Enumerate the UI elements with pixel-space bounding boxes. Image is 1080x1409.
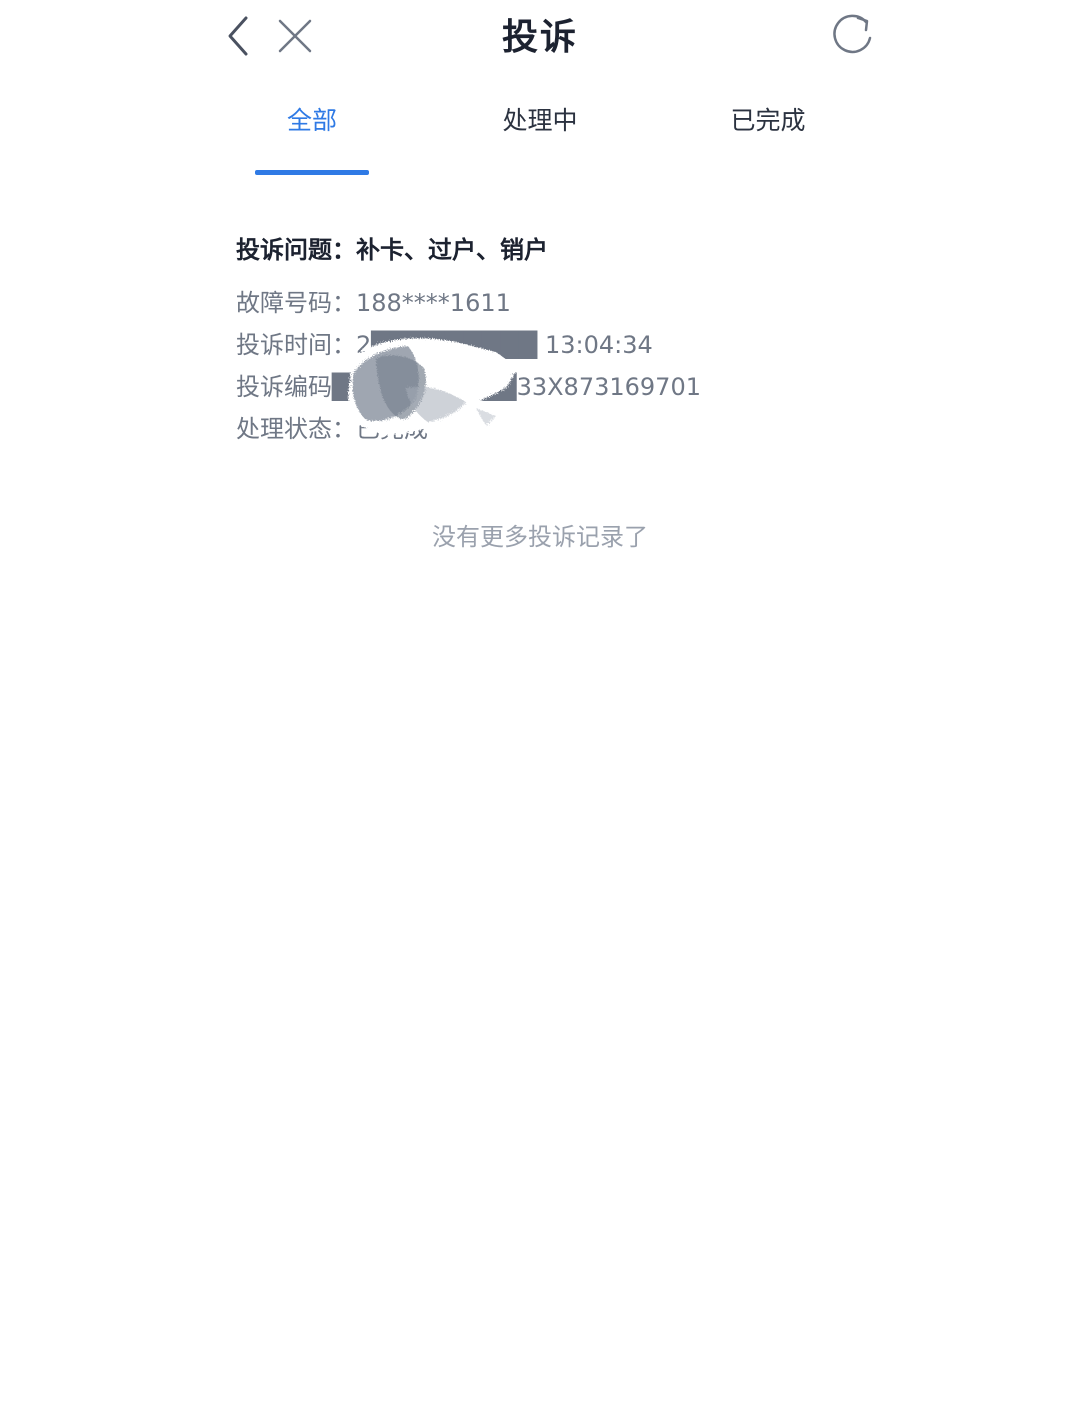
complaint-card[interactable]: 投诉问题：补卡、过户、销户 故障号码：188****1611 投诉时间：2███… — [236, 230, 856, 450]
complaint-details: 故障号码：188****1611 投诉时间：2█████████ 13:04:3… — [236, 282, 856, 450]
complaint-code-label: 投诉编码 — [236, 373, 332, 401]
detail-row-status: 处理状态：已完成 — [236, 408, 856, 450]
detail-row-complaint-time: 投诉时间：2█████████ 13:04:34 — [236, 324, 856, 366]
active-tab-indicator — [255, 170, 369, 175]
complaint-issue-title: 投诉问题：补卡、过户、销户 — [236, 236, 548, 264]
status-label: 处理状态： — [236, 415, 356, 443]
tab-completed[interactable]: 已完成 — [668, 104, 868, 138]
fault-number-value: 188****1611 — [356, 289, 511, 317]
top-navigation-bar: 投诉 — [0, 0, 1080, 80]
tab-processing[interactable]: 处理中 — [440, 104, 640, 138]
complaint-time-label: 投诉时间： — [236, 331, 356, 359]
refresh-icon[interactable] — [828, 12, 876, 60]
fault-number-label: 故障号码： — [236, 289, 356, 317]
detail-row-fault-number: 故障号码：188****1611 — [236, 282, 856, 324]
redaction-scribble — [348, 338, 518, 436]
page-title: 投诉 — [501, 17, 578, 58]
tab-all[interactable]: 全部 — [212, 104, 412, 138]
status-tabs: 全部 处理中 已完成 — [0, 96, 1080, 178]
no-more-records-text: 没有更多投诉记录了 — [432, 523, 648, 551]
detail-row-complaint-code: 投诉编码██████████33X873169701 — [236, 366, 856, 408]
